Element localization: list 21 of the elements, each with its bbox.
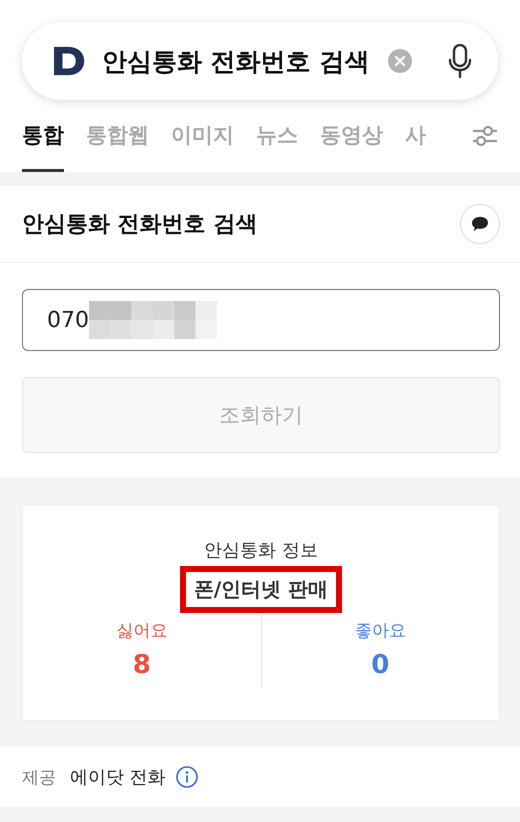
provider-label: 제공: [22, 766, 56, 788]
tab[interactable]: 이미지: [171, 100, 234, 172]
stat-label: 좋아요: [354, 620, 406, 642]
tab[interactable]: 통합웹: [86, 100, 149, 172]
info-heading: 안심통화 정보: [204, 539, 318, 562]
comment-button[interactable]: [460, 204, 500, 244]
stat-value: 0: [371, 650, 390, 680]
speech-bubble-icon: [471, 216, 489, 232]
stat-value: 8: [132, 650, 151, 680]
tab[interactable]: 사: [405, 100, 426, 172]
microphone-icon[interactable]: [448, 44, 472, 78]
stat-label: 싫어요: [116, 620, 168, 642]
phone-input-field[interactable]: 070: [22, 289, 500, 351]
tab[interactable]: 동영상: [320, 100, 383, 172]
section-title: 안심통화 전화번호 검색: [22, 211, 258, 239]
provider-name: 에이닷 전화: [70, 766, 166, 789]
category-label: 폰/인터넷 판매: [180, 566, 342, 613]
search-query[interactable]: 안심통화 전화번호 검색: [102, 44, 374, 78]
tab[interactable]: 뉴스: [256, 100, 298, 172]
filter-icon[interactable]: [472, 124, 498, 148]
info-icon[interactable]: [176, 766, 198, 788]
